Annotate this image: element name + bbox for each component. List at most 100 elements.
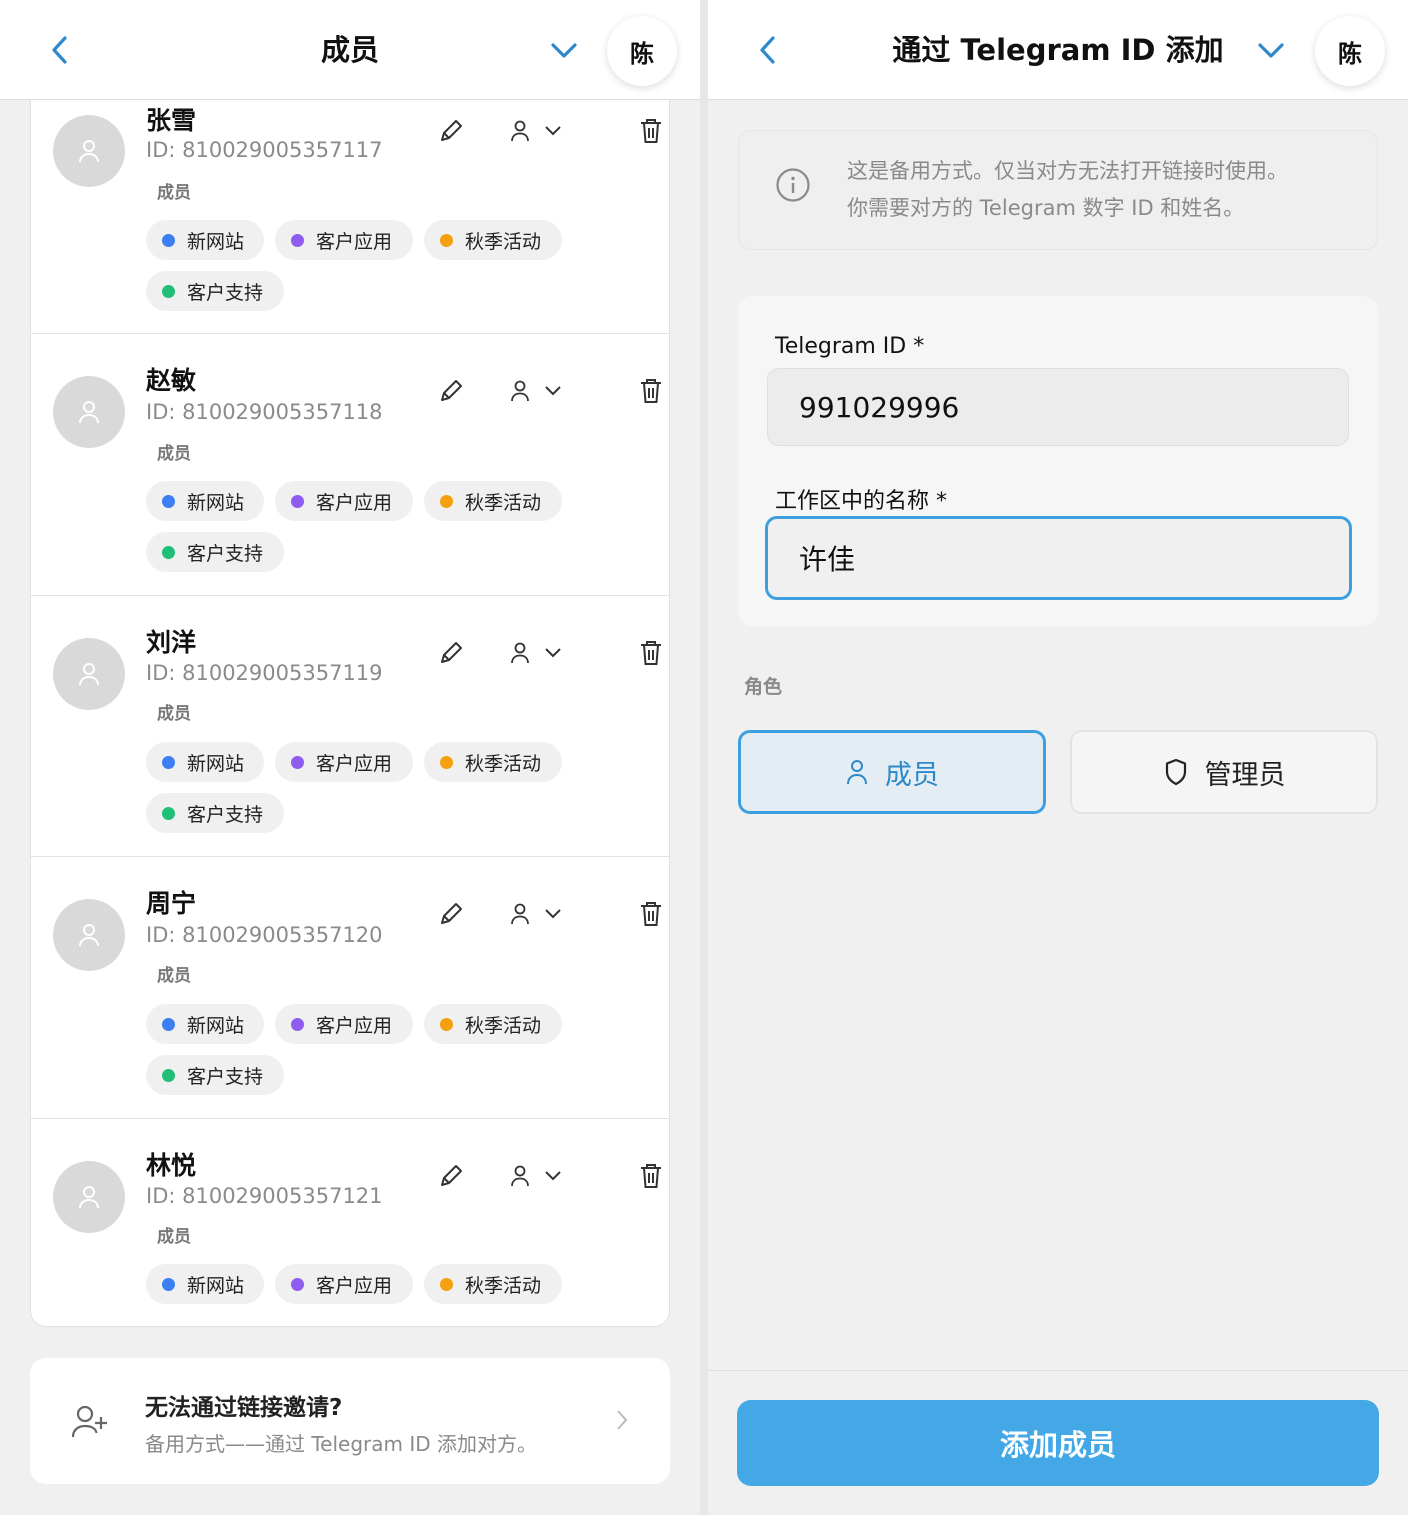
member-name: 赵敏: [146, 366, 197, 395]
role-dropdown-button[interactable]: [501, 894, 571, 934]
member-row: 赵敏 ID: 810029005357118 成员 新网站 客户应用 秋季活动: [31, 334, 669, 596]
tag-label: 客户应用: [316, 1014, 393, 1037]
user-icon: [79, 924, 99, 947]
role-dropdown-button[interactable]: [501, 633, 571, 673]
header-dropdown-button[interactable]: [547, 34, 581, 68]
chevron-down-icon: [545, 126, 561, 136]
trash-icon: [641, 119, 661, 143]
tag-dot: [162, 1017, 175, 1031]
tag-label: 新网站: [187, 1014, 245, 1037]
chevron-down-icon: [545, 1171, 561, 1181]
pencil-icon: [441, 380, 462, 401]
invite-hint-subtitle: 备用方式——通过 Telegram ID 添加对方。: [145, 1432, 538, 1456]
tag-dot: [162, 494, 175, 508]
person-icon: [511, 642, 529, 664]
delete-button[interactable]: [631, 1156, 669, 1196]
edit-button[interactable]: [431, 1156, 471, 1196]
member-actions: [431, 371, 661, 411]
user-avatar-button[interactable]: 陈: [607, 16, 677, 86]
tag-label: 秋季活动: [465, 1014, 542, 1037]
pencil-icon: [441, 1165, 462, 1186]
tag: 新网站: [146, 220, 264, 260]
tag: 客户支持: [146, 1055, 284, 1095]
member-actions: [431, 633, 661, 673]
chevron-down-icon: [545, 909, 561, 919]
edit-button[interactable]: [431, 111, 471, 151]
trash-icon: [641, 641, 661, 665]
tag-label: 新网站: [187, 491, 245, 514]
member-id: ID: 810029005357117: [146, 138, 383, 162]
invite-hint-title: 无法通过链接邀请?: [145, 1395, 343, 1421]
add-user-icon: [71, 1405, 107, 1438]
tag: 客户应用: [275, 481, 413, 521]
chevron-right-icon: [617, 1410, 628, 1430]
role-member-label: 成员: [885, 759, 939, 791]
add-member-form: Telegram ID * 991029996 工作区中的名称 * 许佳: [738, 296, 1378, 626]
person-icon: [511, 1165, 529, 1187]
tag-dot: [162, 755, 175, 769]
tag-label: 客户应用: [316, 1274, 393, 1297]
edit-button[interactable]: [431, 371, 471, 411]
role-member-button[interactable]: 成员: [738, 730, 1046, 814]
tag-dot: [440, 1017, 453, 1031]
role-admin-button[interactable]: 管理员: [1070, 730, 1378, 814]
shield-icon: [1163, 757, 1189, 787]
back-button[interactable]: [42, 32, 76, 68]
member-role: 成员: [157, 444, 191, 464]
tag-dot: [291, 755, 304, 769]
telegram-id-input[interactable]: 991029996: [767, 368, 1349, 446]
tag: 秋季活动: [424, 1004, 562, 1044]
delete-button[interactable]: [631, 633, 669, 673]
add-member-button[interactable]: 添加成员: [737, 1400, 1379, 1486]
back-button[interactable]: [750, 32, 784, 68]
add-by-id-header: 通过 Telegram ID 添加 陈: [708, 0, 1408, 100]
tag-label: 客户应用: [316, 230, 393, 253]
user-icon: [79, 1186, 99, 1209]
tag-label: 客户支持: [187, 542, 264, 565]
tag: 秋季活动: [424, 742, 562, 782]
add-by-id-panel: 通过 Telegram ID 添加 陈 这是备用方式。仅当对方无法打开链接时使用…: [708, 0, 1408, 1515]
chevron-left-icon: [52, 36, 67, 64]
member-role: 成员: [157, 1227, 191, 1247]
tag-label: 新网站: [187, 752, 245, 775]
member-row: 周宁 ID: 810029005357120 成员 新网站 客户应用 秋季活动: [31, 857, 669, 1119]
member-id: ID: 810029005357119: [146, 661, 383, 685]
tag-dot: [291, 233, 304, 247]
role-dropdown-button[interactable]: [501, 371, 571, 411]
pencil-icon: [441, 120, 462, 141]
delete-button[interactable]: [631, 111, 669, 151]
tag-label: 客户支持: [187, 1065, 264, 1088]
trash-icon: [641, 379, 661, 403]
tag: 秋季活动: [424, 1264, 562, 1304]
tag-label: 秋季活动: [465, 1274, 542, 1297]
delete-button[interactable]: [631, 894, 669, 934]
person-icon: [845, 758, 869, 786]
tag-dot: [440, 233, 453, 247]
header-dropdown-button[interactable]: [1254, 34, 1288, 68]
edit-button[interactable]: [431, 633, 471, 673]
member-row: 张雪 ID: 810029005357117 成员 新网站 客户应用 秋季活动: [31, 71, 669, 334]
edit-button[interactable]: [431, 894, 471, 934]
avatar: [53, 638, 125, 710]
user-avatar-button[interactable]: 陈: [1315, 16, 1385, 86]
info-icon: [776, 168, 810, 202]
delete-button[interactable]: [631, 371, 669, 411]
member-name: 张雪: [146, 106, 197, 135]
chevron-down-icon: [551, 43, 577, 58]
trash-icon: [641, 902, 661, 926]
invite-by-id-hint[interactable]: 无法通过链接邀请? 备用方式——通过 Telegram ID 添加对方。: [30, 1358, 670, 1484]
members-list: 张雪 ID: 810029005357117 成员 新网站 客户应用 秋季活动: [30, 70, 670, 1327]
tag-label: 新网站: [187, 230, 245, 253]
workspace-name-input[interactable]: 许佳: [765, 516, 1352, 600]
tag-label: 客户支持: [187, 281, 264, 304]
role-dropdown-button[interactable]: [501, 1156, 571, 1196]
member-row: 林悦 ID: 810029005357121 成员 新网站 客户应用 秋季活动: [31, 1119, 669, 1326]
trash-icon: [641, 1164, 661, 1188]
avatar: [53, 1161, 125, 1233]
role-dropdown-button[interactable]: [501, 111, 571, 151]
tag: 秋季活动: [424, 220, 562, 260]
tag: 客户支持: [146, 793, 284, 833]
tag-dot: [291, 1277, 304, 1291]
info-line: 这是备用方式。仅当对方无法打开链接时使用。: [847, 159, 1288, 183]
person-icon: [511, 903, 529, 925]
